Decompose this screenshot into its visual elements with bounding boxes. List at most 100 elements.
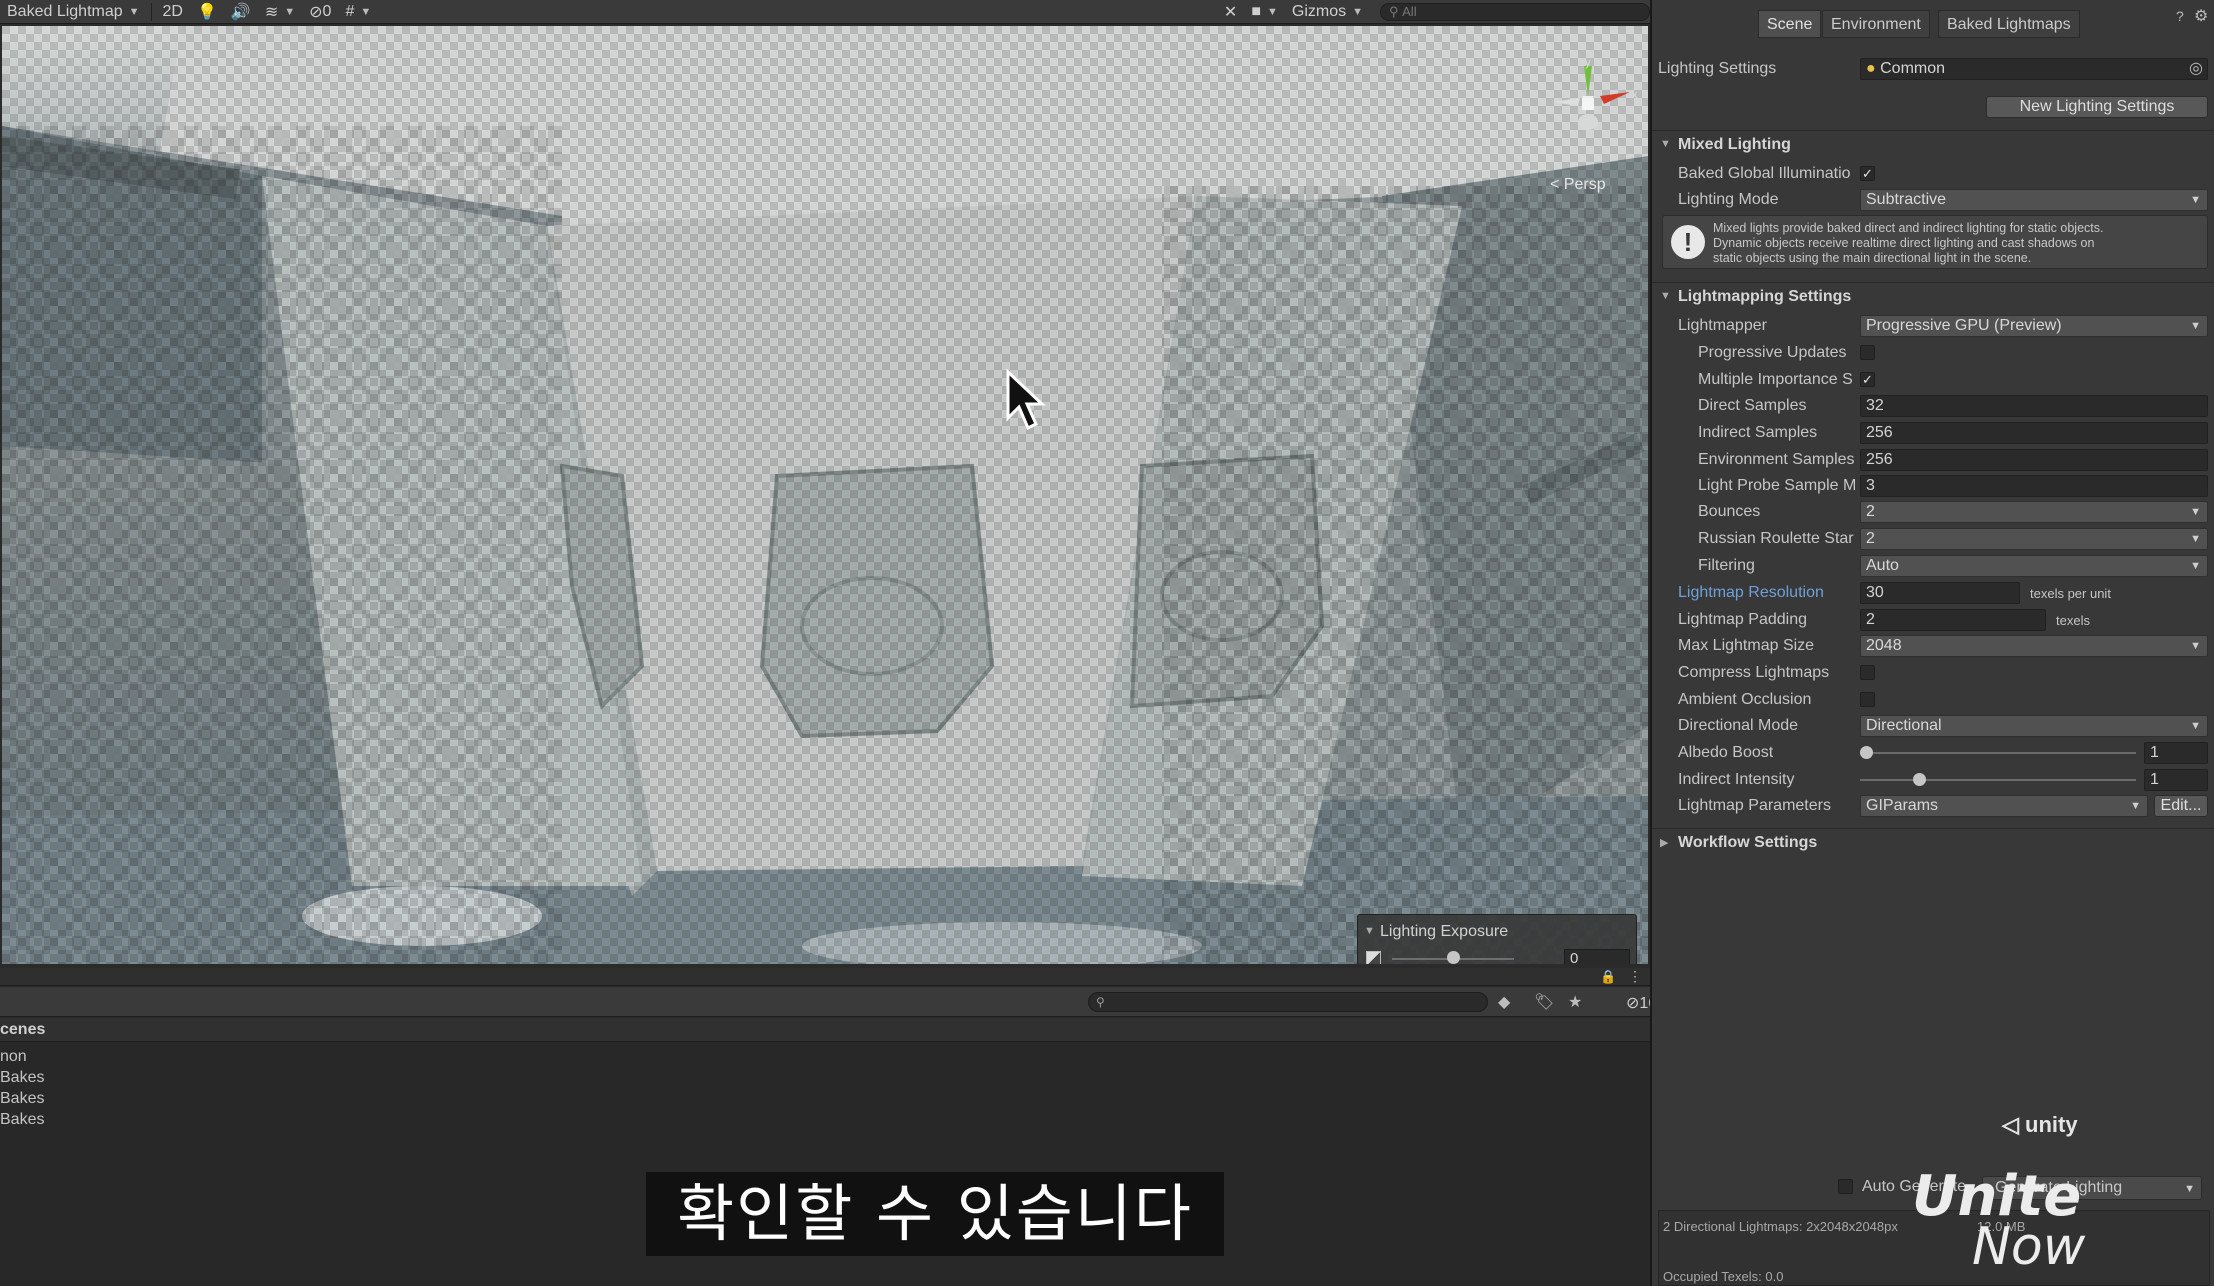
lighting-toggle-icon[interactable]: 💡: [190, 0, 224, 24]
help-icon[interactable]: ?: [2176, 8, 2184, 24]
baked-gi-label: Baked Global Illuminatio: [1678, 165, 1851, 182]
russian-roulette-value: 2: [1866, 530, 1875, 547]
draw-mode-dropdown[interactable]: Baked Lightmap ▼: [0, 0, 147, 24]
max-lightmap-size-dropdown[interactable]: 2048 ▼: [1860, 635, 2208, 657]
tab-baked-lightmaps[interactable]: Baked Lightmaps: [1938, 10, 2080, 38]
gizmos-dropdown[interactable]: Gizmos ▼: [1285, 0, 1370, 24]
lightmap-padding-field[interactable]: 2: [1860, 609, 2046, 631]
lightmapper-dropdown[interactable]: Progressive GPU (Preview) ▼: [1860, 315, 2208, 337]
list-item[interactable]: non: [0, 1048, 27, 1066]
albedo-boost-slider-track[interactable]: [1860, 752, 2136, 754]
foldout-arrow-icon: ▼: [1660, 138, 1671, 150]
filtering-dropdown[interactable]: Auto ▼: [1860, 555, 2208, 577]
mixed-lighting-title: Mixed Lighting: [1678, 136, 1791, 153]
lock-icon[interactable]: 🔒: [1600, 969, 1616, 985]
exposure-value-field[interactable]: 0: [1564, 949, 1630, 964]
list-item[interactable]: Bakes: [0, 1090, 44, 1108]
list-item[interactable]: Bakes: [0, 1069, 44, 1087]
audio-toggle-icon[interactable]: 🔊: [224, 0, 258, 24]
albedo-boost-slider-thumb[interactable]: [1860, 746, 1873, 759]
effects-toggle-icon[interactable]: ≋ ▼: [258, 0, 302, 24]
tab-environment[interactable]: Environment: [1822, 10, 1930, 38]
scene-search-input[interactable]: ⚲ All: [1380, 2, 1650, 21]
occupied-texels-text: Occupied Texels: 0.0: [1663, 1269, 1784, 1284]
panel-header: 🔒 ⋮: [0, 968, 1650, 986]
2d-toggle[interactable]: 2D: [156, 0, 190, 24]
object-picker-icon[interactable]: ◎: [2189, 59, 2203, 79]
indirect-samples-field[interactable]: 256: [1860, 422, 2208, 444]
lightmap-resolution-field[interactable]: 30: [1860, 582, 2020, 604]
tools-icon[interactable]: ✕: [1217, 0, 1244, 24]
foldout-arrow-icon: ▶: [1660, 837, 1669, 849]
lightmap-parameters-dropdown[interactable]: GIParams ▼: [1860, 795, 2148, 817]
indirect-intensity-row: Indirect Intensity 1: [1652, 767, 2214, 793]
lightmapper-value: Progressive GPU (Preview): [1866, 317, 2062, 334]
foldout-arrow-icon[interactable]: ▼: [1364, 925, 1375, 937]
projection-label[interactable]: < Persp: [1550, 176, 1606, 194]
albedo-boost-label: Albedo Boost: [1678, 744, 1774, 761]
exposure-slider-thumb[interactable]: [1446, 951, 1460, 964]
filtering-value: Auto: [1866, 557, 1899, 574]
project-search-input[interactable]: ⚲: [1088, 992, 1488, 1012]
direct-samples-field[interactable]: 32: [1860, 395, 2208, 417]
orientation-gizmo[interactable]: y x: [1532, 56, 1642, 191]
filter-by-label-icon[interactable]: 🏷: [1534, 992, 1554, 1012]
chevron-down-icon: ▼: [2190, 194, 2201, 206]
multiple-importance-checkbox[interactable]: ✓: [1860, 372, 1875, 387]
lightmap-count-text: 2 Directional Lightmaps: 2x2048x2048px: [1663, 1219, 1898, 1234]
indirect-intensity-slider-thumb[interactable]: [1912, 773, 1926, 786]
scene-visibility-toggle[interactable]: ⊘ 0: [302, 0, 338, 24]
lighting-mode-dropdown[interactable]: Subtractive ▼: [1860, 189, 2208, 211]
lighting-settings-object-field[interactable]: ● Common ◎: [1860, 58, 2208, 80]
lighting-mode-value: Subtractive: [1866, 191, 1947, 208]
indirect-intensity-slider-track[interactable]: [1860, 779, 2136, 781]
scene-toolbar: Baked Lightmap ▼ 2D 💡 🔊 ≋ ▼ ⊘ 0 # ▼ ✕ ■ ▼ G…: [0, 0, 1650, 24]
lightmapping-title: Lightmapping Settings: [1678, 288, 1852, 305]
gear-icon[interactable]: ⚙: [2194, 6, 2208, 26]
2d-toggle-label: 2D: [162, 2, 183, 20]
russian-roulette-row: Russian Roulette Star 2 ▼: [1652, 526, 2214, 552]
list-item[interactable]: Bakes: [0, 1111, 44, 1129]
workflow-section[interactable]: ▶ Workflow Settings: [1652, 828, 2214, 856]
edit-parameters-button[interactable]: Edit...: [2154, 795, 2208, 817]
light-probe-samples-field[interactable]: 3: [1860, 475, 2208, 497]
mixed-lighting-info-text: Mixed lights provide baked direct and in…: [1713, 221, 2203, 266]
camera-icon[interactable]: ■ ▼: [1244, 0, 1285, 24]
grid-toggle-icon[interactable]: # ▼: [338, 0, 378, 24]
bounces-dropdown[interactable]: 2 ▼: [1860, 501, 2208, 523]
albedo-boost-field[interactable]: 1: [2144, 742, 2208, 764]
mixed-lighting-section[interactable]: ▼ Mixed Lighting: [1652, 130, 2214, 158]
multiple-importance-row: Multiple Importance S ✓: [1652, 367, 2214, 393]
progressive-updates-checkbox[interactable]: [1860, 345, 1875, 360]
now-watermark-text: Now: [1972, 1217, 2086, 1277]
new-lighting-settings-button[interactable]: New Lighting Settings: [1986, 96, 2208, 118]
max-lightmap-size-label: Max Lightmap Size: [1678, 637, 1815, 654]
lightmap-resolution-label[interactable]: Lightmap Resolution: [1678, 584, 1824, 602]
tab-scene[interactable]: Scene: [1758, 10, 1822, 38]
compress-lightmaps-checkbox[interactable]: [1860, 665, 1875, 680]
favorites-star-icon[interactable]: ★: [1568, 992, 1582, 1012]
foldout-arrow-icon: ▼: [1660, 290, 1671, 302]
filter-by-type-icon[interactable]: ◆: [1498, 992, 1510, 1012]
lighting-settings-row: Lighting Settings ● Common ◎: [1652, 56, 2214, 82]
environment-samples-field[interactable]: 256: [1860, 449, 2208, 471]
indirect-samples-label: Indirect Samples: [1698, 424, 1818, 441]
chevron-down-icon[interactable]: ▼: [2184, 1178, 2195, 1200]
chevron-down-icon: ▼: [1266, 5, 1278, 18]
russian-roulette-label: Russian Roulette Star: [1698, 530, 1854, 547]
lightmapping-section[interactable]: ▼ Lightmapping Settings: [1652, 282, 2214, 310]
baked-gi-checkbox[interactable]: ✓: [1860, 166, 1875, 181]
chevron-down-icon: ▼: [2190, 320, 2201, 332]
scene-viewport[interactable]: y x < Persp ▼ Lighting Exposure 0: [2, 26, 1648, 964]
russian-roulette-dropdown[interactable]: 2 ▼: [1860, 528, 2208, 550]
directional-mode-dropdown[interactable]: Directional ▼: [1860, 715, 2208, 737]
bounces-row: Bounces 2 ▼: [1652, 499, 2214, 525]
scene-view[interactable]: Baked Lightmap ▼ 2D 💡 🔊 ≋ ▼ ⊘ 0 # ▼ ✕ ■ ▼ G…: [0, 0, 1650, 968]
ambient-occlusion-checkbox[interactable]: [1860, 692, 1875, 707]
environment-samples-label: Environment Samples: [1698, 451, 1855, 468]
unity-logo-text: unity: [2025, 1112, 2078, 1137]
kebab-menu-icon[interactable]: ⋮: [1628, 968, 1642, 985]
auto-generate-checkbox[interactable]: [1838, 1179, 1853, 1194]
indirect-intensity-field[interactable]: 1: [2144, 769, 2208, 791]
filtering-row: Filtering Auto ▼: [1652, 553, 2214, 579]
